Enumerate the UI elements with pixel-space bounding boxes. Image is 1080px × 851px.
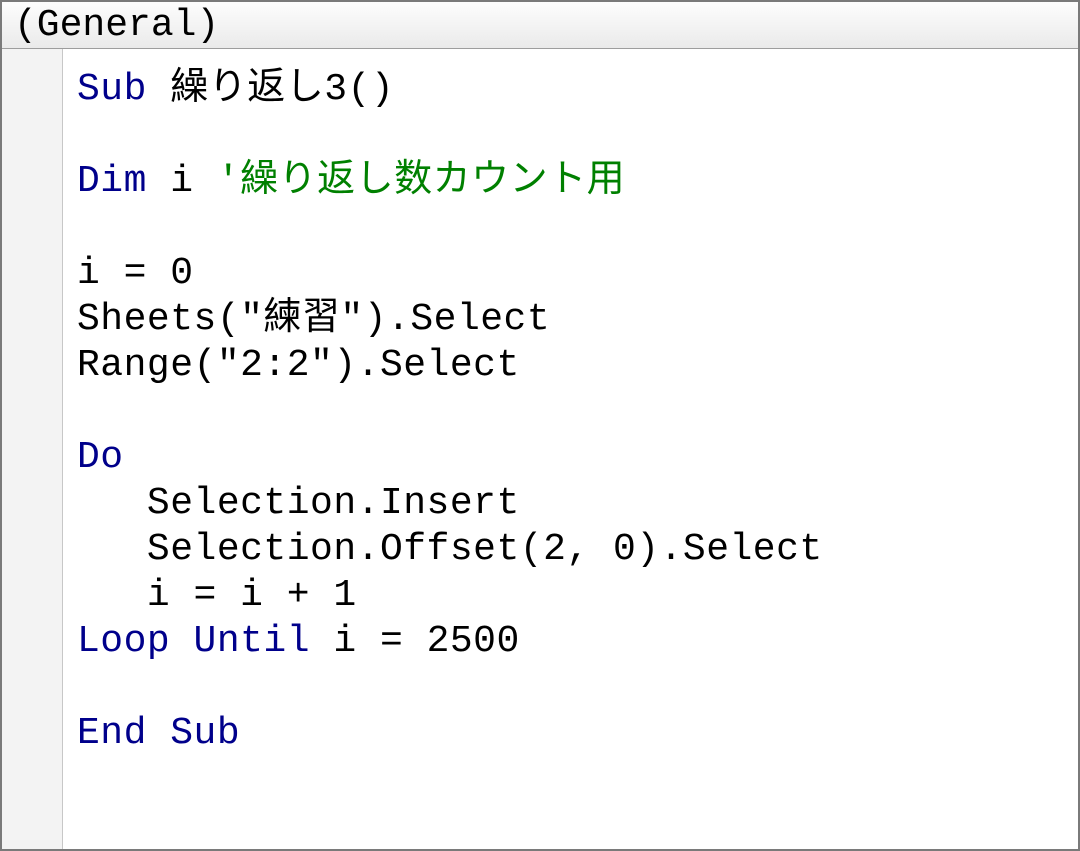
vba-code-window: (General) Sub 繰り返し3() Dim i '繰り返し数カウント用 … [0,0,1080,851]
object-dropdown-bar: (General) [2,2,1078,49]
code-line: Range("2:2").Select [77,344,520,387]
dim-var: i [147,160,217,203]
code-line: Sheets("練習").Select [77,298,550,341]
object-dropdown-label: (General) [14,4,219,47]
comment: '繰り返し数カウント用 [217,160,625,203]
code-line: Selection.Insert [77,482,520,525]
code-line: i = i + 1 [77,574,357,617]
keyword-do: Do [77,436,124,479]
loop-condition: i = 2500 [310,620,520,663]
object-dropdown[interactable]: (General) [2,2,1078,48]
code-line: i = 0 [77,252,194,295]
editor-area: Sub 繰り返し3() Dim i '繰り返し数カウント用 i = 0 Shee… [2,49,1078,849]
keyword-dim: Dim [77,160,147,203]
keyword-sub: Sub [77,68,147,111]
indicator-margin [2,49,63,849]
code-editor[interactable]: Sub 繰り返し3() Dim i '繰り返し数カウント用 i = 0 Shee… [63,49,1078,849]
keyword-endsub: End Sub [77,712,240,755]
sub-name: 繰り返し3() [147,68,394,111]
keyword-loop: Loop Until [77,620,310,663]
code-line: Selection.Offset(2, 0).Select [77,528,823,571]
